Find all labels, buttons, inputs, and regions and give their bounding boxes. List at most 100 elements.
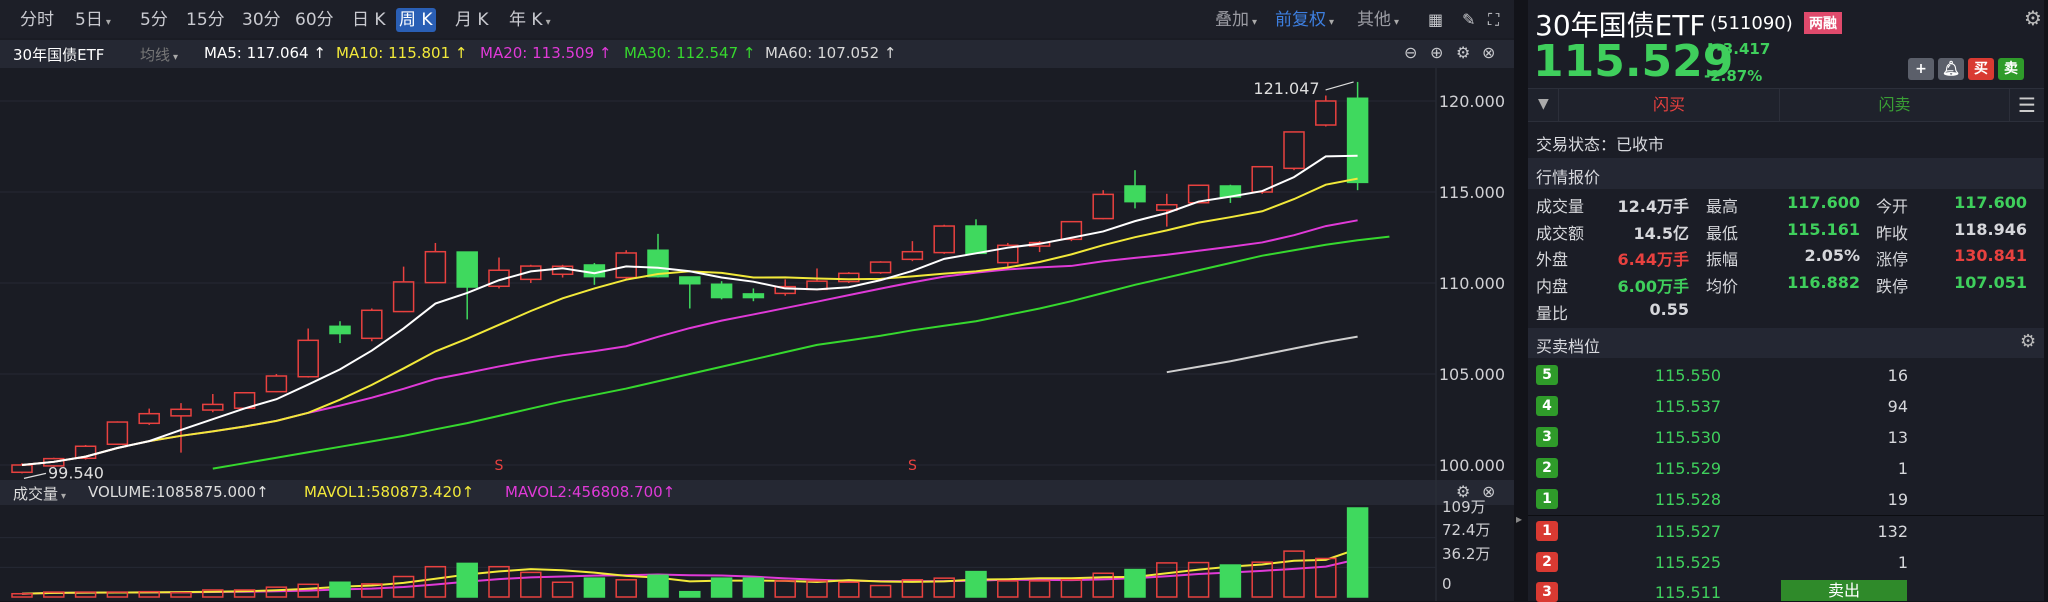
change-percent: -2.87% — [1704, 67, 1763, 85]
orderbook-price[interactable]: 115.527 — [1638, 522, 1738, 541]
candle-up — [1092, 193, 1114, 220]
volume-bar — [1060, 579, 1083, 598]
candle-up — [869, 261, 892, 274]
trading-status: 交易状态：已收市 — [1536, 135, 1665, 154]
quote-label: 今开 — [1876, 197, 1909, 216]
add-watchlist-button[interactable]: + — [1908, 58, 1934, 80]
sell-signal-mark: S — [908, 458, 917, 474]
quote-label: 外盘 — [1536, 250, 1569, 269]
quote-value: 117.600 — [1787, 193, 1860, 212]
candle-up — [1156, 203, 1178, 211]
arrow-down-icon: ⬇ — [1704, 40, 1717, 58]
gear-icon[interactable]: ⚙ — [2020, 331, 2036, 352]
flash-trade-bar: ▼ 闪买 闪卖 ☰ — [1528, 88, 2044, 122]
volume-bar — [1283, 550, 1305, 598]
candle-down — [965, 225, 987, 255]
level-badge: 3 — [1536, 582, 1558, 602]
security-code: (511090) — [1710, 13, 1793, 34]
section-title: 买卖档位 — [1536, 337, 1601, 356]
orderbook-price[interactable]: 115.525 — [1638, 553, 1738, 572]
orderbook-price[interactable]: 115.530 — [1638, 428, 1738, 447]
y-tick-label: 105.000 — [1439, 365, 1505, 384]
orderbook-qty: 16 — [1887, 366, 1908, 385]
orderbook-price[interactable]: 115.550 — [1638, 366, 1738, 385]
expand-icon[interactable]: ▼ — [1538, 96, 1549, 112]
ma20-line — [21, 219, 1358, 466]
ma10-line — [21, 177, 1358, 466]
orderbook-price[interactable]: 115.528 — [1638, 490, 1738, 509]
candle-up — [1283, 131, 1305, 170]
candle-up — [170, 408, 192, 417]
volume-bar — [456, 562, 478, 598]
level-badge: 1 — [1536, 521, 1558, 541]
volume-bar — [43, 591, 65, 598]
sell-button[interactable]: 卖 — [1998, 58, 2024, 80]
volume-bar — [170, 591, 192, 598]
ma-lines — [21, 154, 1390, 595]
chart-panel: 分时 5日 ▾ 5分 15分 30分 60分 日 K 周 K 月 K 年 K ▾ 叠… — [0, 0, 1514, 601]
quote-value: 2.05% — [1804, 246, 1860, 265]
divider — [1528, 515, 2044, 516]
y-tick-label: 100.000 — [1439, 456, 1505, 475]
candle-up — [392, 281, 415, 313]
quote-value: 6.00万手 — [1617, 277, 1689, 296]
candle-up — [265, 375, 288, 393]
quote-label: 成交量 — [1536, 197, 1585, 216]
volume-bar — [1156, 562, 1178, 598]
ma60-line — [1166, 335, 1358, 374]
quote-label: 量比 — [1536, 304, 1569, 323]
candle-up — [1315, 100, 1337, 126]
candle-down — [1124, 185, 1146, 203]
candle-up — [615, 252, 637, 279]
quote-value: 0.55 — [1649, 300, 1689, 319]
orderbook-price[interactable]: 115.511 — [1638, 583, 1738, 602]
quote-value: 14.5亿 — [1633, 224, 1689, 243]
quote-label: 成交额 — [1536, 224, 1585, 243]
low-arrow-icon — [23, 472, 47, 479]
orderbook-section-header: 买卖档位 ⚙ — [1528, 328, 2044, 358]
quote-label: 涨停 — [1876, 250, 1909, 269]
orderbook-qty: 19 — [1887, 490, 1908, 509]
volume-bar — [774, 580, 796, 598]
volume-bar — [838, 581, 860, 598]
price-change: ⬇-3.417 — [1704, 40, 1770, 58]
level-badge: 5 — [1536, 365, 1558, 385]
volume-tick-label: 72.4万 — [1442, 521, 1490, 539]
volume-bar — [520, 571, 542, 598]
margin-badge: 两融 — [1804, 12, 1842, 34]
high-arrow-icon — [1325, 81, 1354, 91]
candle-up — [11, 464, 33, 474]
gear-icon[interactable]: ⚙ — [2024, 6, 2042, 30]
orderbook-qty: 13 — [1887, 428, 1908, 447]
quote-section-header: 行情报价 — [1528, 158, 2044, 189]
grid — [0, 68, 1437, 601]
quote-label: 内盘 — [1536, 277, 1569, 296]
candle-up — [901, 250, 924, 261]
quote-value: 6.44万手 — [1617, 250, 1689, 269]
volume-bar — [551, 581, 574, 598]
volume-bar — [997, 580, 1019, 598]
collapse-arrow-icon[interactable]: ▸ — [1516, 512, 1522, 526]
menu-icon[interactable]: ☰ — [2018, 93, 2036, 117]
volume-bar — [965, 570, 987, 598]
quote-panel: 30年国债ETF (511090) 两融 ⚙ 115.529 ⬇-3.417 -… — [1528, 0, 2044, 602]
level-badge: 2 — [1536, 552, 1558, 572]
candlestick-chart[interactable]: 120.000 115.000 110.000 105.000 100.000 121.0… — [0, 0, 1514, 601]
flash-sell-button[interactable]: 闪卖 — [1780, 89, 2010, 121]
level-badge: 2 — [1536, 458, 1558, 478]
level-badge: 3 — [1536, 427, 1558, 447]
volume-bar — [1028, 580, 1051, 598]
buy-button[interactable]: 买 — [1968, 58, 1994, 80]
volume-bar — [869, 584, 892, 598]
orderbook-price[interactable]: 115.537 — [1638, 397, 1738, 416]
sell-signal-mark: S — [495, 458, 504, 474]
quote-value: 12.4万手 — [1617, 197, 1689, 216]
y-tick-label: 110.000 — [1439, 274, 1505, 293]
alert-bell-button[interactable]: 🔔︎ — [1938, 58, 1964, 80]
orderbook-price[interactable]: 115.529 — [1638, 459, 1738, 478]
ma5-line — [21, 154, 1358, 466]
quote-label: 昨收 — [1876, 224, 1909, 243]
quote-value: 115.161 — [1787, 220, 1860, 239]
flash-buy-button[interactable]: 闪买 — [1558, 89, 1780, 121]
sell-out-button[interactable]: 卖出 — [1781, 580, 1907, 601]
